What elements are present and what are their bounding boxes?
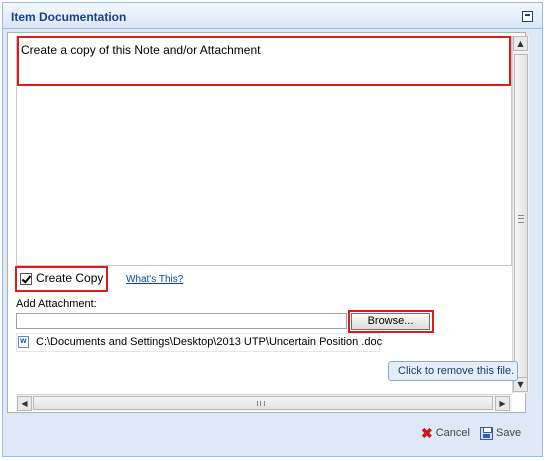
browse-button[interactable]: Browse... bbox=[351, 313, 430, 330]
window-title: Item Documentation bbox=[11, 10, 127, 24]
grip-icon bbox=[257, 401, 265, 406]
save-label: Save bbox=[496, 427, 522, 439]
collapse-icon[interactable] bbox=[522, 11, 533, 22]
cancel-label: Cancel bbox=[435, 427, 470, 439]
word-doc-icon bbox=[18, 336, 29, 348]
vertical-scroll-thumb[interactable] bbox=[514, 54, 528, 384]
attachment-file-input[interactable] bbox=[16, 313, 347, 329]
scroll-right-icon[interactable]: ▶ bbox=[495, 396, 510, 411]
create-copy-label: Create Copy bbox=[36, 271, 104, 285]
horizontal-scroll-thumb[interactable] bbox=[33, 396, 493, 410]
cancel-button[interactable]: ✖ Cancel bbox=[421, 424, 470, 442]
attached-file-path[interactable]: C:\Documents and Settings\Desktop\2013 U… bbox=[36, 336, 382, 348]
create-copy-checkbox[interactable] bbox=[20, 273, 32, 285]
window-titlebar: Item Documentation bbox=[3, 3, 542, 29]
cancel-icon: ✖ bbox=[421, 425, 433, 441]
vertical-scrollbar[interactable]: ▲ ▼ bbox=[512, 36, 529, 393]
scroll-left-icon[interactable]: ◀ bbox=[17, 396, 32, 411]
add-attachment-label: Add Attachment: bbox=[16, 298, 97, 310]
whats-this-link[interactable]: What's This? bbox=[126, 274, 183, 285]
save-icon bbox=[480, 426, 493, 440]
window-footer: ✖ Cancel Save bbox=[0, 415, 547, 453]
note-text: Create a copy of this Note and/or Attach… bbox=[21, 43, 261, 57]
grip-icon bbox=[518, 215, 524, 223]
save-button[interactable]: Save bbox=[480, 424, 521, 442]
scroll-up-icon[interactable]: ▲ bbox=[513, 36, 528, 51]
remove-file-tooltip: Click to remove this file. bbox=[388, 361, 518, 381]
horizontal-scrollbar[interactable]: ◀ ▶ bbox=[16, 394, 512, 411]
